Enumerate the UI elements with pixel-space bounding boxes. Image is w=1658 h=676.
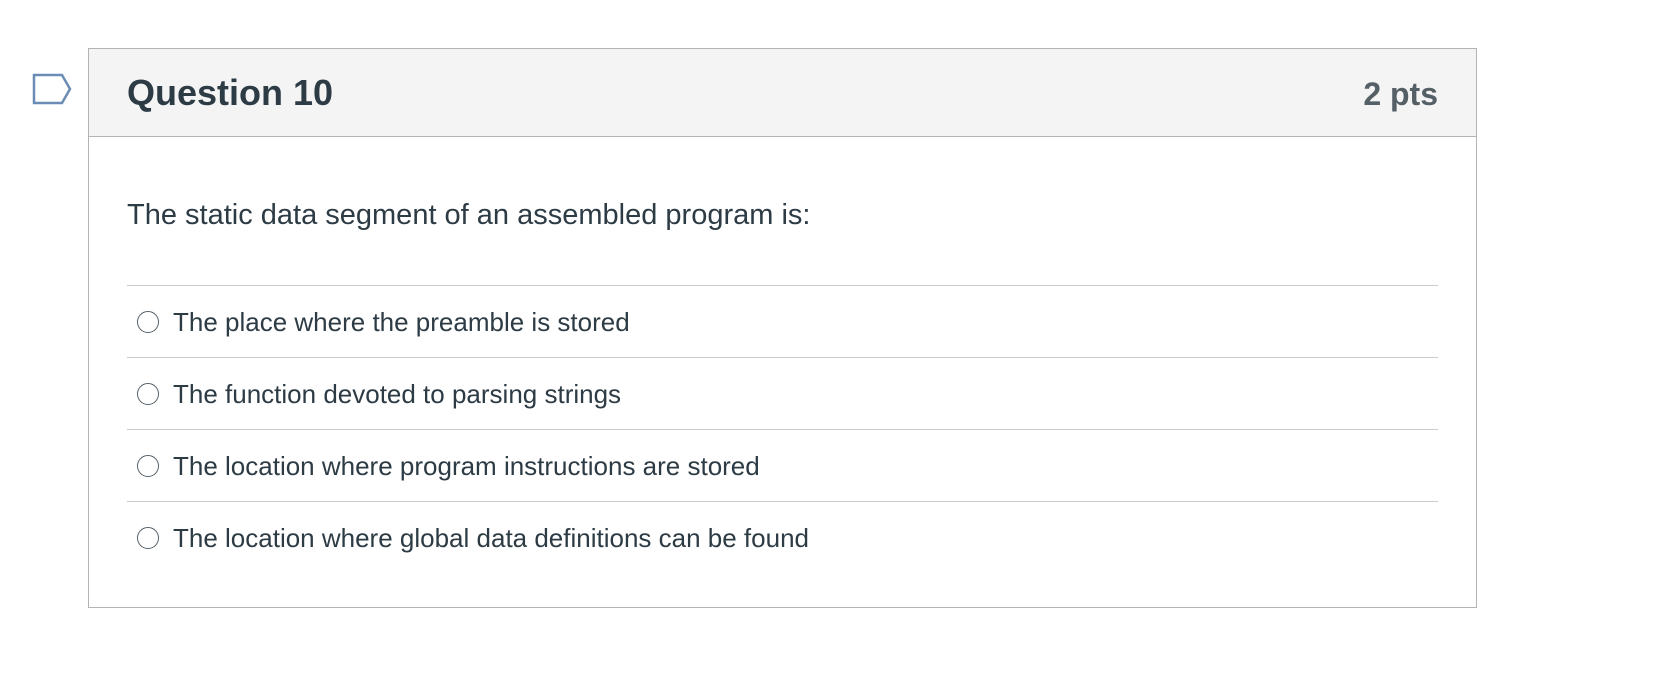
question-title: Question 10 — [127, 72, 334, 113]
answer-option[interactable]: The location where program instructions … — [127, 430, 1438, 502]
radio-button[interactable] — [137, 526, 159, 549]
answer-label: The location where global data definitio… — [173, 522, 809, 553]
question-text: The static data segment of an assembled … — [127, 199, 811, 231]
answer-option[interactable]: The function devoted to parsing strings — [127, 358, 1438, 430]
answer-option[interactable]: The place where the preamble is stored — [127, 286, 1438, 358]
question-points: 2 pts — [1363, 76, 1438, 112]
question-body: The static data segment of an assembled … — [127, 137, 1438, 573]
answer-list: The place where the preamble is stored T… — [127, 285, 1438, 573]
radio-button[interactable] — [137, 310, 159, 333]
radio-button[interactable] — [137, 382, 159, 405]
answer-option[interactable]: The location where global data definitio… — [127, 502, 1438, 573]
flag-question-icon[interactable] — [32, 73, 72, 107]
question-card: Question 10 2 pts The static data segmen… — [88, 48, 1477, 608]
answer-label: The location where program instructions … — [173, 450, 760, 481]
answer-label: The place where the preamble is stored — [173, 306, 630, 337]
question-header: Question 10 2 pts — [89, 49, 1476, 137]
radio-button[interactable] — [137, 454, 159, 477]
answer-label: The function devoted to parsing strings — [173, 378, 622, 409]
